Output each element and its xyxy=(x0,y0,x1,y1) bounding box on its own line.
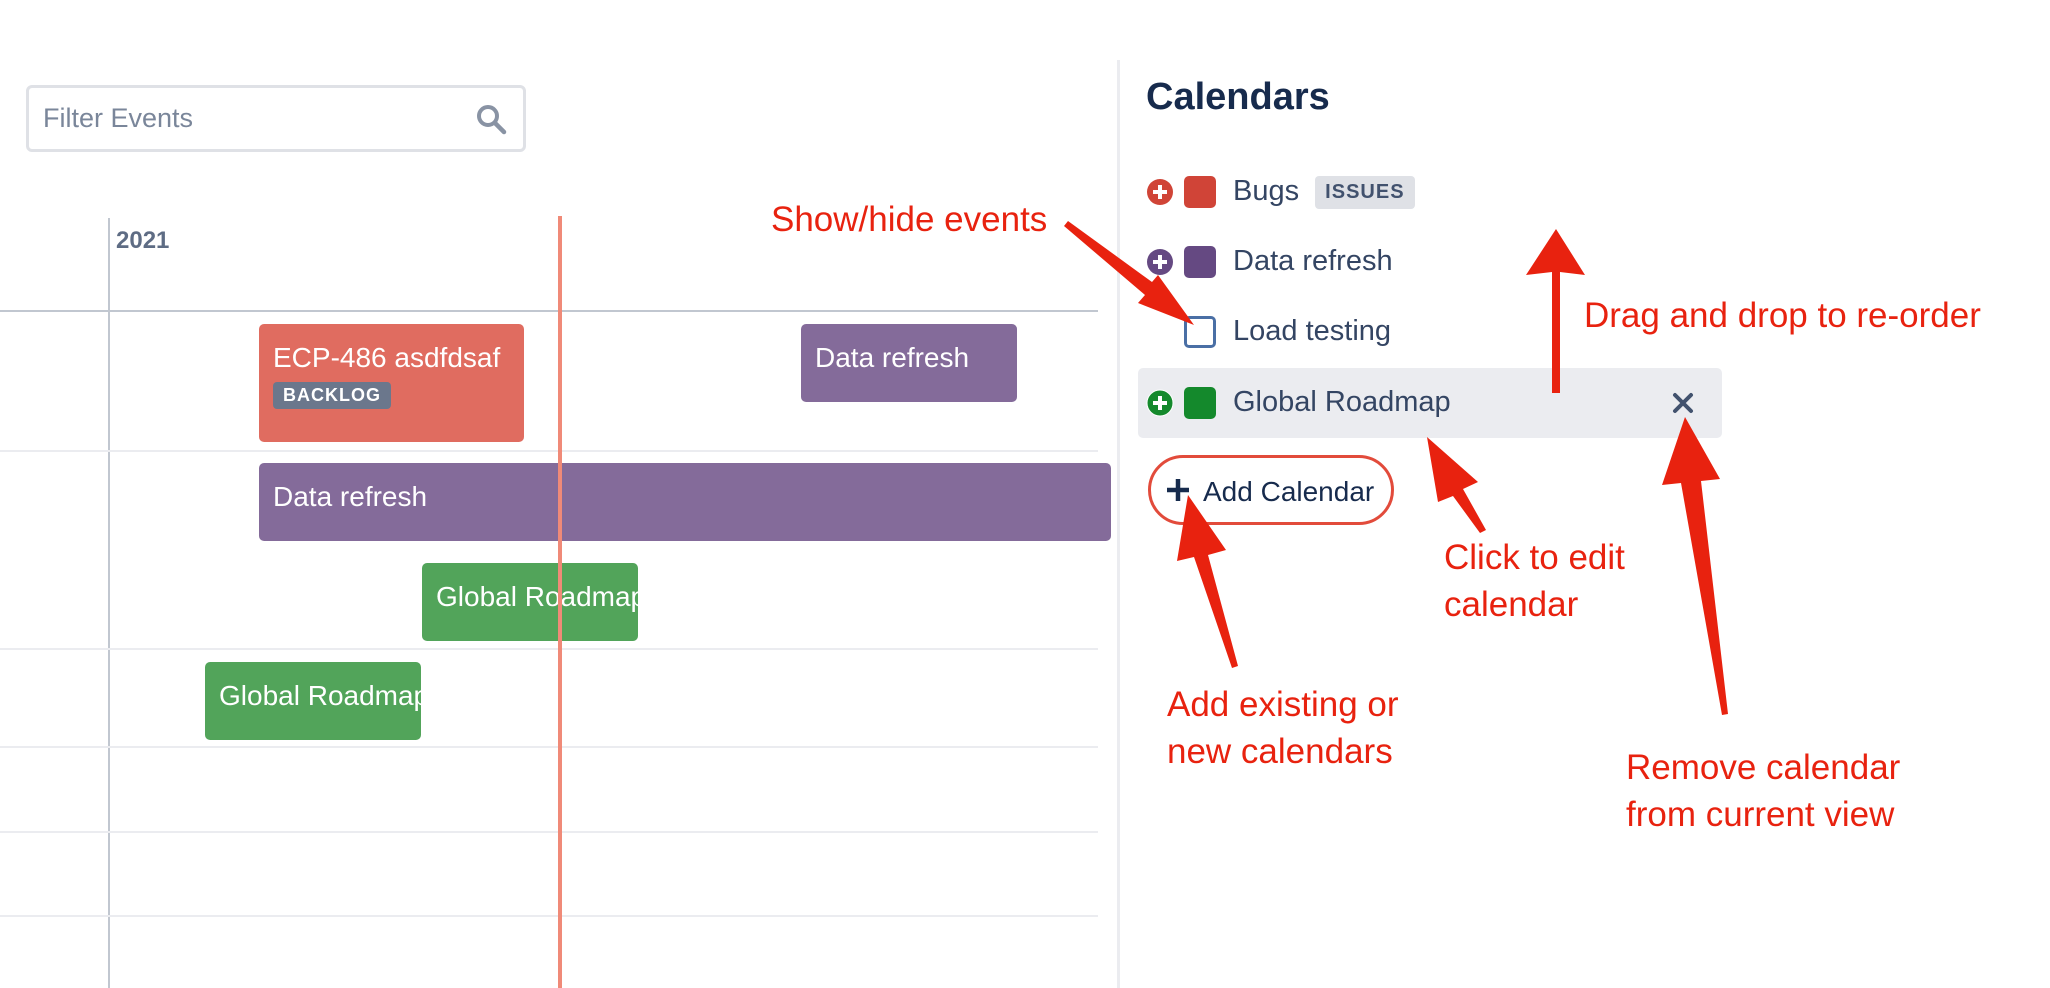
annotation-line: from current view xyxy=(1626,795,1895,834)
annotation-arrow-drag-drop xyxy=(1526,229,1585,393)
annotation-add-existing: Add existing or new calendars xyxy=(1167,681,1399,775)
annotation-line: Add existing or xyxy=(1167,685,1399,724)
annotation-line: new calendars xyxy=(1167,732,1393,771)
annotation-arrows xyxy=(1064,221,1728,715)
annotation-arrow-add xyxy=(1177,495,1238,668)
annotation-drag-drop: Drag and drop to re-order xyxy=(1584,296,1981,335)
annotation-arrow-show-hide xyxy=(1064,221,1194,325)
annotation-show-hide: Show/hide events xyxy=(771,200,1048,239)
annotation-click-edit: Click to edit calendar xyxy=(1444,534,1625,628)
annotation-line: Remove calendar xyxy=(1626,748,1901,787)
annotation-arrow-edit xyxy=(1427,437,1486,533)
annotation-arrow-remove xyxy=(1662,417,1728,715)
annotation-line: Click to edit xyxy=(1444,538,1625,577)
annotation-line: calendar xyxy=(1444,585,1579,624)
annotation-remove-calendar: Remove calendar from current view xyxy=(1626,744,1900,838)
